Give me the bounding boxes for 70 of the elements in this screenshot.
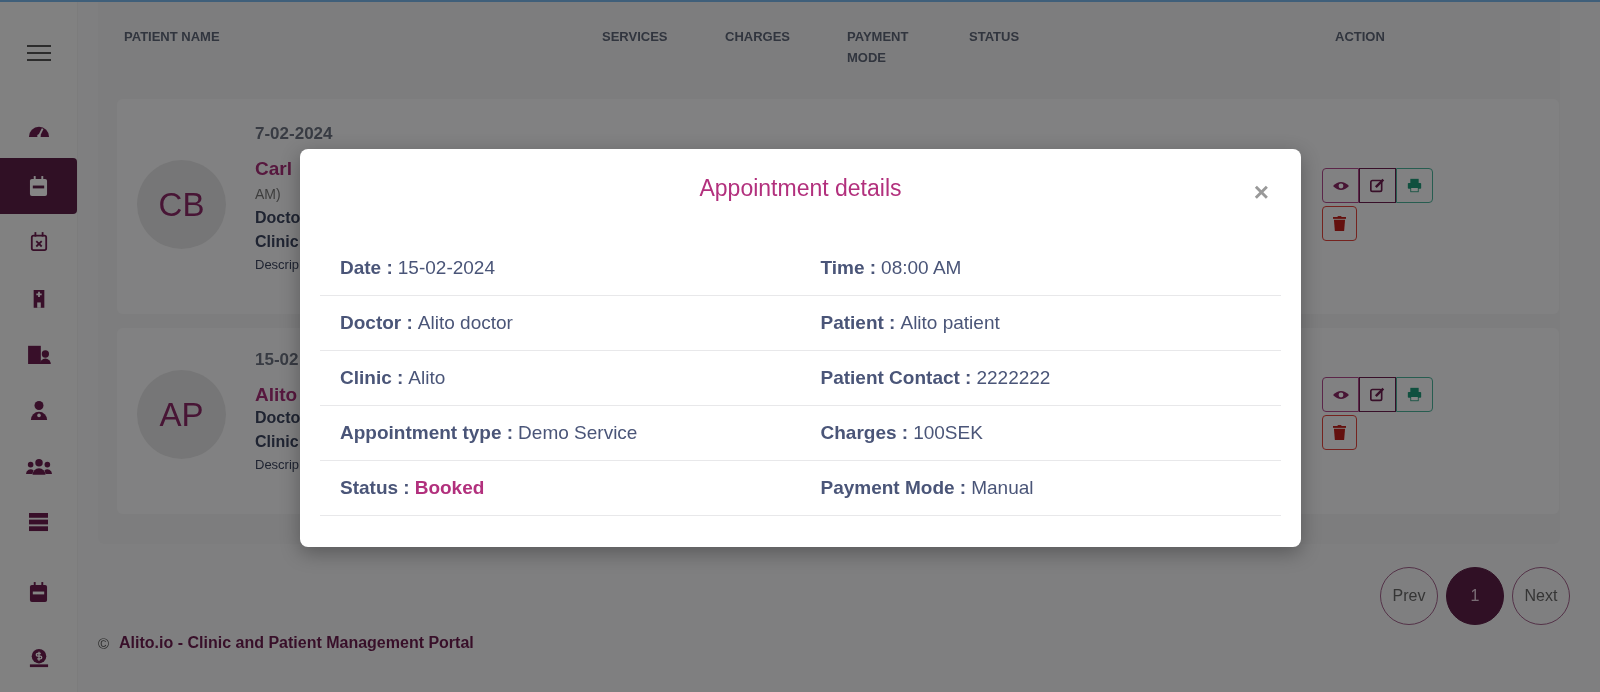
building-user-icon [26,344,51,364]
patient-name: Alito [255,384,298,406]
field-value: Alito doctor [417,312,513,334]
field-value: Alito [408,367,446,389]
edit-button[interactable] [1359,168,1396,203]
appointment-text: Clinic [255,232,299,252]
copyright-symbol: © [98,634,110,652]
patient-name: Carl [255,158,292,180]
appointment-text: Docto [255,408,301,428]
field-value: Booked [414,477,485,499]
field-value: 100SEK [913,422,983,444]
calendar-icon [29,581,48,603]
calendar-x-icon [29,232,48,252]
appointment-text: Descrip [255,257,300,272]
printer-icon [1407,387,1422,402]
eye-icon [1332,389,1349,400]
appointment-date: 15-02 [255,350,299,370]
field-label: Patient : [820,312,896,334]
money-icon [28,648,49,668]
field-label: Clinic : [340,367,404,389]
field-value: 2222222 [976,367,1051,389]
field-label: Status : [340,477,410,499]
field-label: Appointment type : [340,422,514,444]
print-button[interactable] [1396,377,1433,412]
column-header: STATUS [969,28,1021,46]
appointment-date: 7-02-2024 [255,124,333,144]
field-label: Patient Contact : [820,367,972,389]
appointment-text: Clinic [255,432,299,452]
delete-button[interactable] [1322,206,1357,241]
avatar: AP [137,370,226,459]
trash-icon [1333,216,1346,231]
field-label: Time : [820,257,877,279]
column-header: SERVICES [602,28,669,46]
page-button[interactable]: 1 [1446,567,1504,625]
appointment-text: Docto [255,208,301,228]
field-label: Payment Mode : [820,477,967,499]
field-label: Date : [340,257,393,279]
close-button[interactable]: × [1249,177,1273,208]
column-header: ACTION [1335,28,1386,46]
server-icon [29,512,48,532]
column-header: PAYMENT MODE [847,28,910,67]
field-label: Charges : [820,422,909,444]
field-value: 08:00 AM [881,257,962,279]
footer-text: Alito.io - Clinic and Patient Management Portal [119,634,474,652]
printer-icon [1407,178,1422,193]
modal-title: Appointment details [699,174,902,202]
field-value: Demo Service [518,422,638,444]
column-header: CHARGES [725,28,791,46]
edit-button[interactable] [1359,377,1396,412]
edit-icon [1370,387,1385,402]
delete-button[interactable] [1322,415,1357,450]
eye-icon [1332,180,1349,191]
sidebar-item[interactable] [0,158,77,214]
calendar-icon [29,175,48,197]
menu-icon[interactable] [26,44,51,62]
field-value: Manual [971,477,1034,499]
column-header: PATIENT NAME [124,28,221,46]
field-value: Alito patient [900,312,1000,334]
avatar: CB [137,160,226,249]
edit-icon [1370,178,1385,193]
trash-icon [1333,425,1346,440]
view-button[interactable] [1322,377,1359,412]
view-button[interactable] [1322,168,1359,203]
field-label: Doctor : [340,312,413,334]
appointment-text: AM) [255,186,281,202]
print-button[interactable] [1396,168,1433,203]
doctor-icon [29,400,48,420]
field-value: 15-02-2024 [397,257,495,279]
users-icon [25,457,52,475]
appointment-text: Descrip [255,457,300,472]
